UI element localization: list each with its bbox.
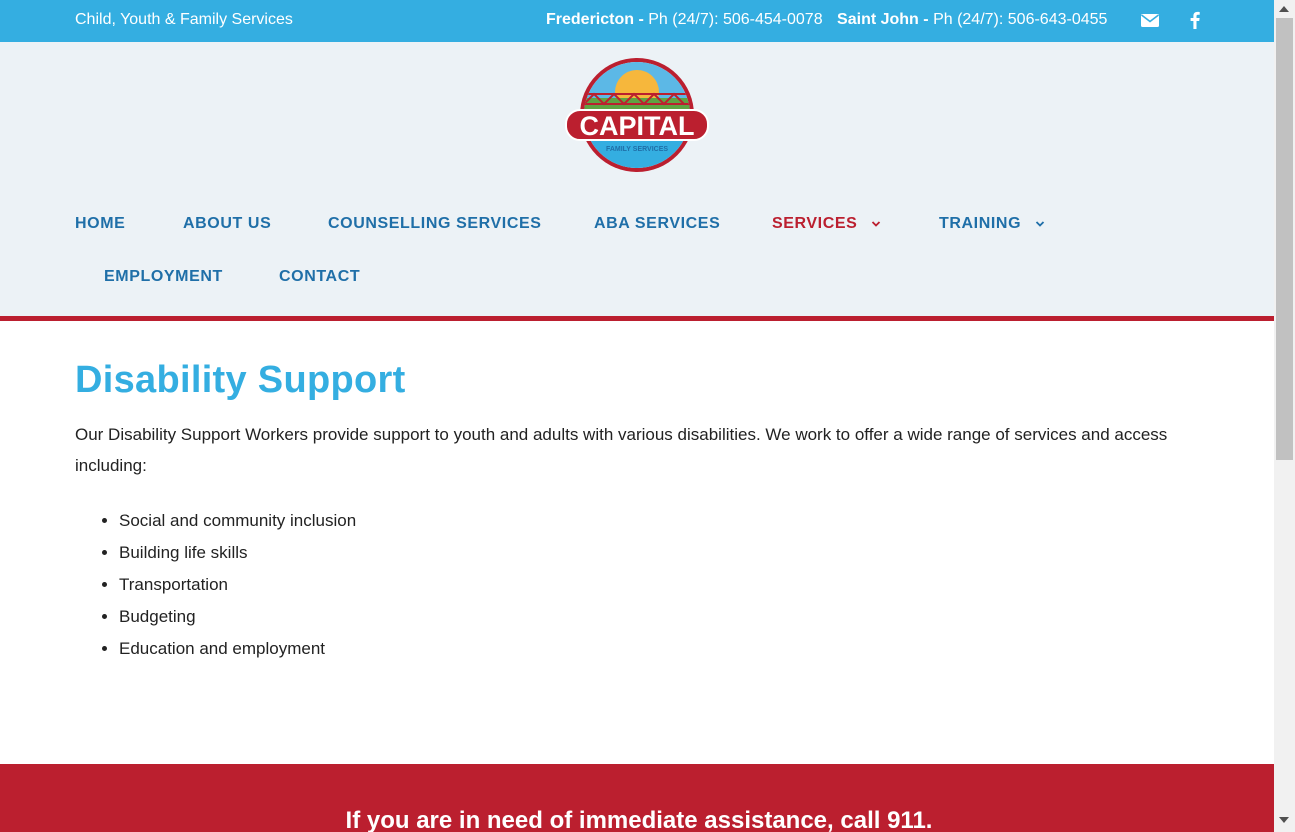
list-item: Budgeting xyxy=(119,601,1175,633)
logo-subtext: FAMILY SERVICES xyxy=(606,146,668,153)
vertical-scrollbar[interactable] xyxy=(1274,0,1295,832)
scroll-up-arrow-icon[interactable] xyxy=(1279,6,1289,12)
emergency-banner: If you are in need of immediate assistan… xyxy=(0,764,1274,832)
services-list: Social and community inclusion Building … xyxy=(119,505,1175,665)
logo-wordmark: CAPITAL xyxy=(580,111,695,141)
phone-city-fredericton: Fredericton - xyxy=(546,11,644,28)
intro-paragraph: Our Disability Support Workers provide s… xyxy=(75,425,1168,475)
nav-contact[interactable]: CONTACT xyxy=(279,268,360,286)
facebook-icon[interactable] xyxy=(1185,10,1205,30)
chevron-down-icon xyxy=(872,221,881,227)
list-item: Transportation xyxy=(119,569,1175,601)
main-content: Disability Support Our Disability Suppor… xyxy=(75,356,1175,665)
scrollbar-thumb[interactable] xyxy=(1276,18,1293,460)
nav-home[interactable]: HOME xyxy=(75,215,125,233)
nav-about-us[interactable]: ABOUT US xyxy=(183,215,271,233)
top-bar: Child, Youth & Family Services Frederict… xyxy=(0,0,1274,42)
capital-logo[interactable]: CAPITAL FAMILY SERVICES xyxy=(564,56,710,174)
phone-city-saint-john: Saint John - xyxy=(837,11,929,28)
chevron-down-icon xyxy=(1036,221,1045,227)
nav-counselling-services[interactable]: COUNSELLING SERVICES xyxy=(328,215,542,233)
phone-number-saint-john[interactable]: Ph (24/7): 506-643-0455 xyxy=(933,11,1107,28)
list-item: Education and employment xyxy=(119,633,1175,665)
page-title: Disability Support xyxy=(75,359,406,401)
site-header: CAPITAL FAMILY SERVICES HOME ABOUT US CO… xyxy=(0,42,1274,316)
nav-employment[interactable]: EMPLOYMENT xyxy=(104,268,223,286)
scroll-down-arrow-icon[interactable] xyxy=(1279,817,1289,823)
nav-training[interactable]: TRAINING xyxy=(939,215,1045,233)
tagline: Child, Youth & Family Services xyxy=(75,11,293,28)
envelope-icon[interactable] xyxy=(1140,10,1160,30)
phone-numbers: Fredericton - Ph (24/7): 506-454-0078 Sa… xyxy=(546,11,1107,29)
list-item: Social and community inclusion xyxy=(119,505,1175,537)
list-item: Building life skills xyxy=(119,537,1175,569)
nav-training-label: TRAINING xyxy=(939,215,1022,232)
nav-aba-services[interactable]: ABA SERVICES xyxy=(594,215,720,233)
header-divider xyxy=(0,316,1274,321)
page: Child, Youth & Family Services Frederict… xyxy=(0,0,1274,832)
emergency-text: If you are in need of immediate assistan… xyxy=(345,807,933,832)
nav-services-label: SERVICES xyxy=(772,215,858,232)
nav-services[interactable]: SERVICES xyxy=(772,215,881,233)
phone-number-fredericton[interactable]: Ph (24/7): 506-454-0078 xyxy=(648,11,822,28)
